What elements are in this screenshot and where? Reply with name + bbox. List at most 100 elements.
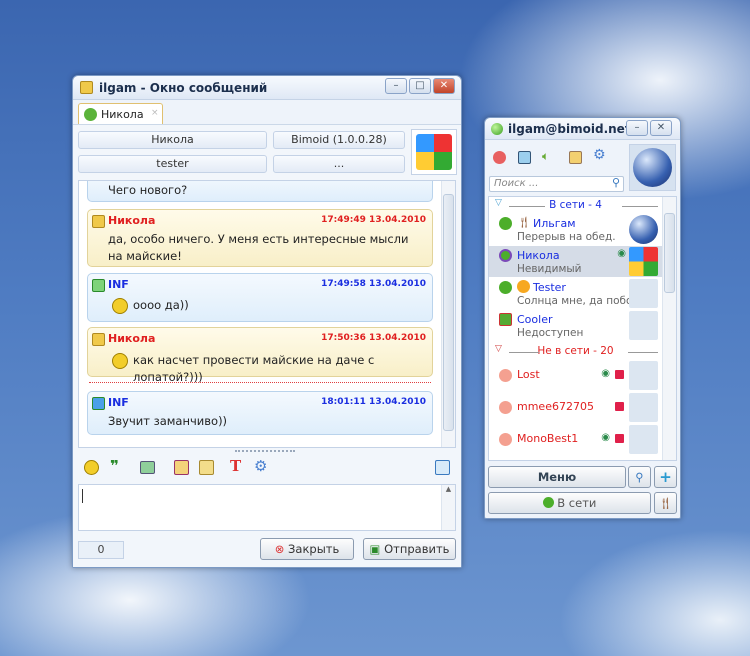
- quote-icon[interactable]: ❞: [110, 457, 119, 475]
- minimize-button[interactable]: –: [385, 78, 407, 94]
- scrollbar-thumb[interactable]: [664, 213, 675, 293]
- auth-badge-icon: [615, 402, 624, 411]
- smiley-icon: [112, 298, 128, 314]
- contact-avatar-placeholder: [629, 393, 658, 422]
- input-scrollbar[interactable]: ▲: [441, 485, 455, 530]
- history-scrollbar[interactable]: [441, 181, 455, 447]
- char-counter: 0: [78, 541, 124, 559]
- settings-icon[interactable]: ⚙: [254, 457, 267, 475]
- clover-menu-icon[interactable]: [493, 151, 506, 164]
- contact-avatar-placeholder: [629, 361, 658, 390]
- group-header-online[interactable]: ▽ В сети - 4: [489, 198, 662, 213]
- tab-close-icon[interactable]: ×: [151, 108, 159, 118]
- visibility-eye-icon: ◉: [617, 248, 626, 259]
- tab-label: Никола: [101, 108, 144, 121]
- clover-offline-icon: [499, 401, 512, 414]
- close-window-button[interactable]: ✕: [650, 120, 672, 136]
- account-title: ilgam@bimoid.net: [508, 122, 631, 136]
- main-toolbar: 🔈︎ ⚙: [491, 147, 621, 166]
- visibility-eye-icon: ◉: [601, 432, 610, 443]
- more-info-field[interactable]: ...: [273, 155, 405, 173]
- send-button[interactable]: ▣ Отправить: [363, 538, 456, 560]
- title-bar[interactable]: ilgam@bimoid.net – ✕: [485, 118, 680, 140]
- contact-avatar: [629, 247, 658, 276]
- message: Никола 17:50:36 13.04.2010 как насчет пр…: [87, 327, 433, 384]
- window-title: ilgam - Окно сообщений: [99, 81, 268, 95]
- font-icon[interactable]: T: [230, 457, 241, 475]
- clover-offline-icon: [499, 433, 512, 446]
- close-window-button[interactable]: ✕: [433, 78, 455, 94]
- message-toolbar: ❞ T ⚙: [78, 457, 456, 479]
- status-button[interactable]: В сети: [488, 492, 651, 514]
- clover-home-icon: [499, 281, 512, 294]
- maximize-button[interactable]: □: [409, 78, 431, 94]
- contact-avatar: [411, 129, 457, 175]
- message-icon: [92, 279, 105, 292]
- contact-list-window: ilgam@bimoid.net – ✕ 🔈︎ ⚙ Поиск ... ⚲ ▽ …: [484, 117, 681, 519]
- message-icon: [92, 333, 105, 346]
- search-icon[interactable]: ⚲: [612, 176, 620, 189]
- contacts-icon[interactable]: [518, 151, 531, 164]
- contact-nick-field: Никола: [78, 131, 267, 149]
- sun-status-icon: [517, 280, 530, 293]
- clover-online-icon: [542, 497, 554, 508]
- privacy-icon[interactable]: [569, 151, 582, 164]
- smiley-icon: [112, 353, 128, 369]
- scrollbar-thumb[interactable]: [443, 194, 454, 431]
- visibility-eye-icon: ◉: [601, 368, 610, 379]
- message-input[interactable]: ▲: [78, 484, 456, 531]
- message-history: Чего нового? Никола 17:49:49 13.04.2010 …: [78, 180, 456, 448]
- contact-avatar-placeholder: [629, 311, 658, 340]
- client-version-field: Bimoid (1.0.0.28): [273, 131, 405, 149]
- text-cursor: [82, 489, 83, 503]
- search-input[interactable]: Поиск ... ⚲: [489, 176, 624, 192]
- online-status-icon: [491, 123, 503, 135]
- extended-status-button[interactable]: 🍴︎: [654, 492, 677, 514]
- contact-item[interactable]: mmee672705: [489, 392, 662, 423]
- splitter-handle[interactable]: [235, 450, 295, 452]
- clover-online-icon: [499, 217, 512, 230]
- contact-item[interactable]: Tester Солнца мне, да побо...: [489, 278, 662, 309]
- auth-badge-icon: [615, 370, 624, 379]
- contact-list-scrollbar[interactable]: [662, 197, 676, 460]
- history-icon[interactable]: [140, 461, 155, 474]
- message-icon: [92, 215, 105, 228]
- title-bar[interactable]: ilgam - Окно сообщений – □ ✕: [73, 76, 461, 100]
- account-field: tester: [78, 155, 267, 173]
- add-contact-button[interactable]: +: [654, 466, 677, 488]
- clover-status-icon: [84, 108, 97, 121]
- message: INF 17:49:58 13.04.2010 оооо да)): [87, 273, 433, 322]
- edit-icon[interactable]: [174, 460, 189, 475]
- contact-avatar-placeholder: [629, 279, 658, 308]
- user-avatar[interactable]: [629, 144, 676, 191]
- sound-icon[interactable]: 🔈︎: [542, 149, 549, 164]
- na-status-icon: [499, 313, 512, 326]
- contact-avatar-placeholder: [629, 425, 658, 454]
- layout-icon[interactable]: [435, 460, 450, 475]
- contact-item[interactable]: 🍴︎ Ильгам Перерыв на обед.: [489, 214, 662, 245]
- clover-invisible-icon: [499, 249, 512, 262]
- contact-item[interactable]: Lost ◉: [489, 360, 662, 391]
- dinner-status-icon: 🍴︎: [517, 216, 531, 229]
- clover-offline-icon: [499, 369, 512, 382]
- message-icon: [80, 81, 93, 94]
- message: Чего нового?: [87, 181, 433, 202]
- find-contact-button[interactable]: ⚲: [628, 466, 651, 488]
- file-icon[interactable]: [199, 460, 214, 475]
- contact-item[interactable]: Cooler Недоступен: [489, 310, 662, 341]
- collapse-icon: ▽: [495, 344, 502, 354]
- message: INF 18:01:11 13.04.2010 Звучит заманчиво…: [87, 391, 433, 435]
- collapse-icon: ▽: [495, 198, 502, 208]
- contact-list: ▽ В сети - 4 🍴︎ Ильгам Перерыв на обед. …: [488, 196, 677, 461]
- tab-nikola[interactable]: Никола ×: [78, 103, 163, 125]
- close-button[interactable]: ⊗ Закрыть: [260, 538, 354, 560]
- unread-divider: [89, 382, 431, 383]
- contact-item-selected[interactable]: Никола Невидимый ◉: [489, 246, 662, 277]
- contact-avatar: [629, 215, 658, 244]
- minimize-button[interactable]: –: [626, 120, 648, 136]
- contact-item[interactable]: MonoBest1 ◉: [489, 424, 662, 455]
- smiley-icon[interactable]: [84, 460, 99, 475]
- menu-button[interactable]: Меню: [488, 466, 626, 488]
- group-header-offline[interactable]: ▽ Не в сети - 20: [489, 344, 662, 359]
- settings-icon[interactable]: ⚙: [593, 147, 606, 163]
